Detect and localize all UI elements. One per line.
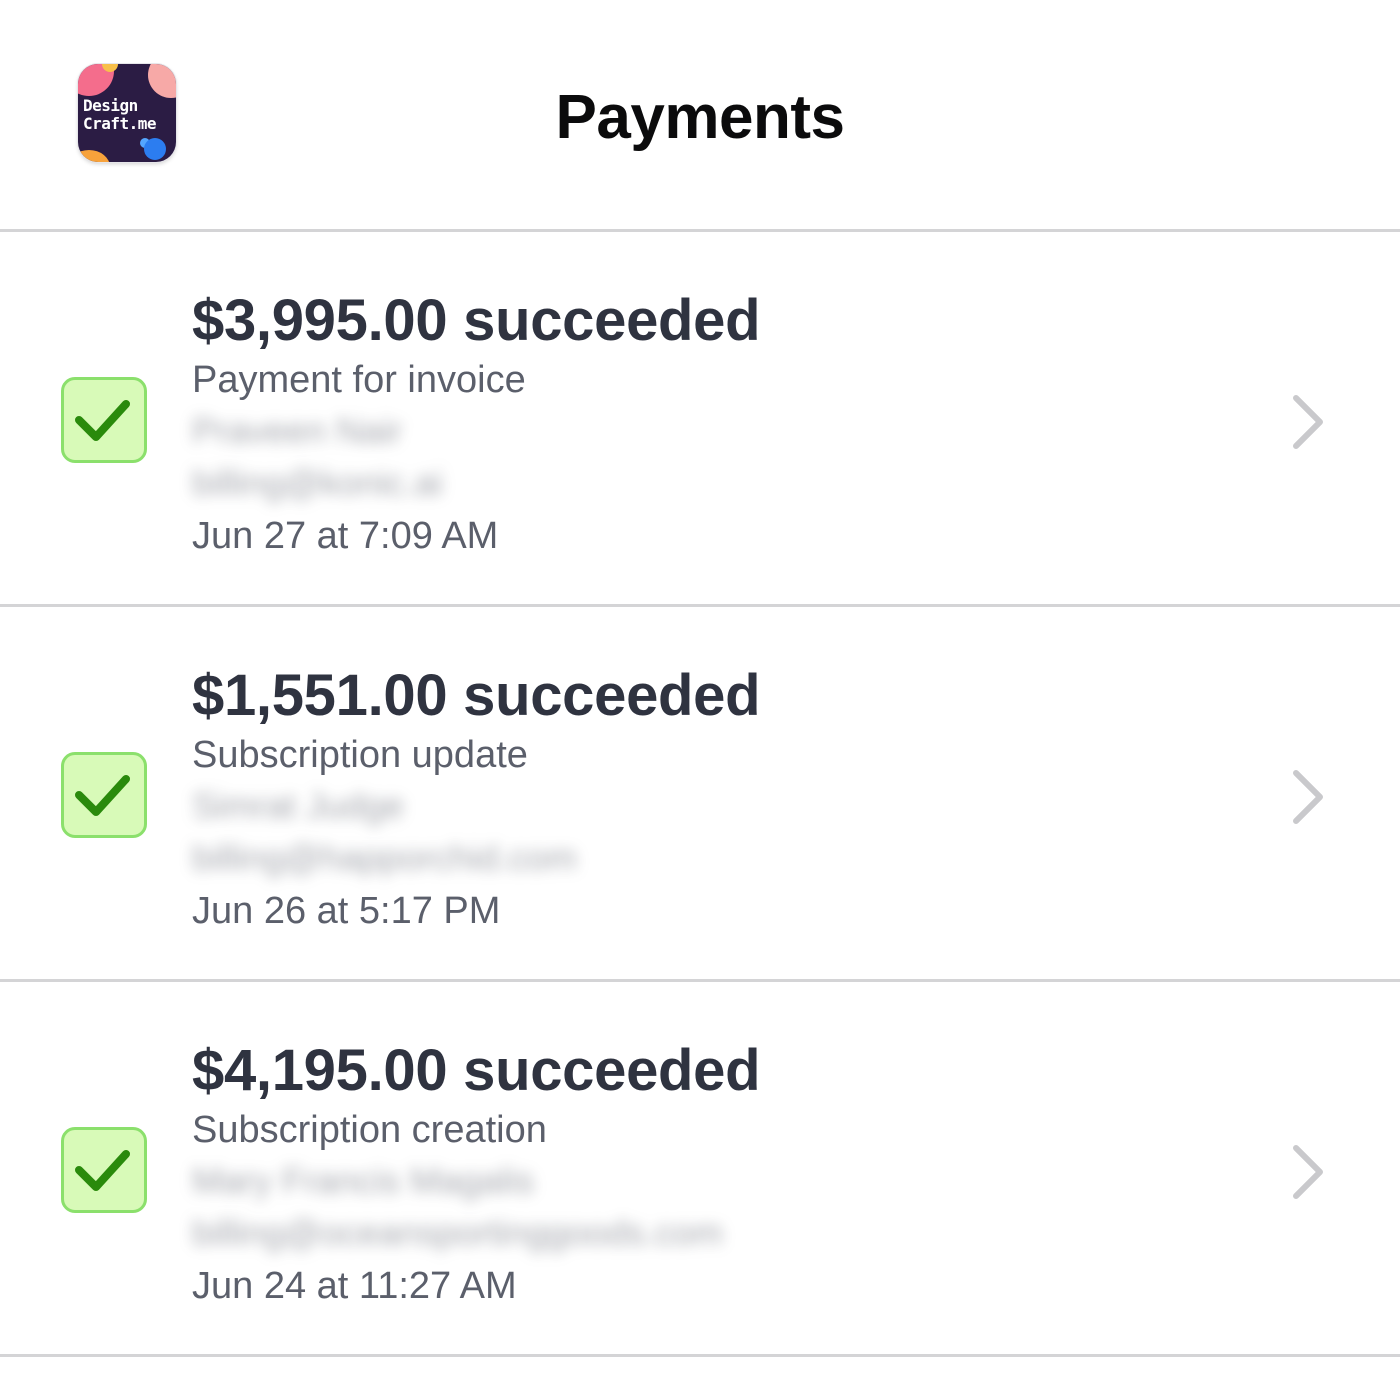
- payment-amount: $1,551.00 succeeded: [192, 663, 761, 728]
- payment-date: Jun 26 at 5:17 PM: [192, 890, 501, 932]
- payment-row[interactable]: $3,995.00 succeeded Payment for invoice …: [0, 232, 1400, 607]
- customer-name-redacted: Praveen Nair: [192, 410, 403, 451]
- check-icon: [61, 1127, 147, 1213]
- header: Design Craft.me Payments: [0, 0, 1400, 232]
- payment-row[interactable]: $4,195.00 succeeded Subscription creatio…: [0, 982, 1400, 1357]
- payment-row[interactable]: $1,551.00 succeeded Subscription update …: [0, 607, 1400, 982]
- payment-description: Subscription update: [192, 734, 528, 776]
- payment-list: $3,995.00 succeeded Payment for invoice …: [0, 232, 1400, 1357]
- customer-name-redacted: Mary Francis Magalis: [192, 1160, 535, 1201]
- customer-email-redacted: billing@konic.ai: [192, 462, 443, 503]
- customer-email-redacted: billing@oceansportinggoods.com: [192, 1212, 723, 1253]
- payment-description: Subscription creation: [192, 1109, 547, 1151]
- customer-name-redacted: Simrat Judge: [192, 785, 405, 826]
- customer-email-redacted: billing@happorchid.com: [192, 837, 577, 878]
- payment-date: Jun 27 at 7:09 AM: [192, 515, 499, 557]
- check-icon: [61, 377, 147, 463]
- payment-amount: $3,995.00 succeeded: [192, 288, 761, 353]
- payment-date: Jun 24 at 11:27 AM: [192, 1265, 517, 1307]
- payment-description: Payment for invoice: [192, 359, 526, 401]
- chevron-right-icon: [1293, 395, 1323, 449]
- page-title: Payments: [555, 83, 845, 152]
- check-icon: [61, 752, 147, 838]
- chevron-right-icon: [1293, 770, 1323, 824]
- chevron-right-icon: [1293, 1145, 1323, 1199]
- payment-amount: $4,195.00 succeeded: [192, 1038, 761, 1103]
